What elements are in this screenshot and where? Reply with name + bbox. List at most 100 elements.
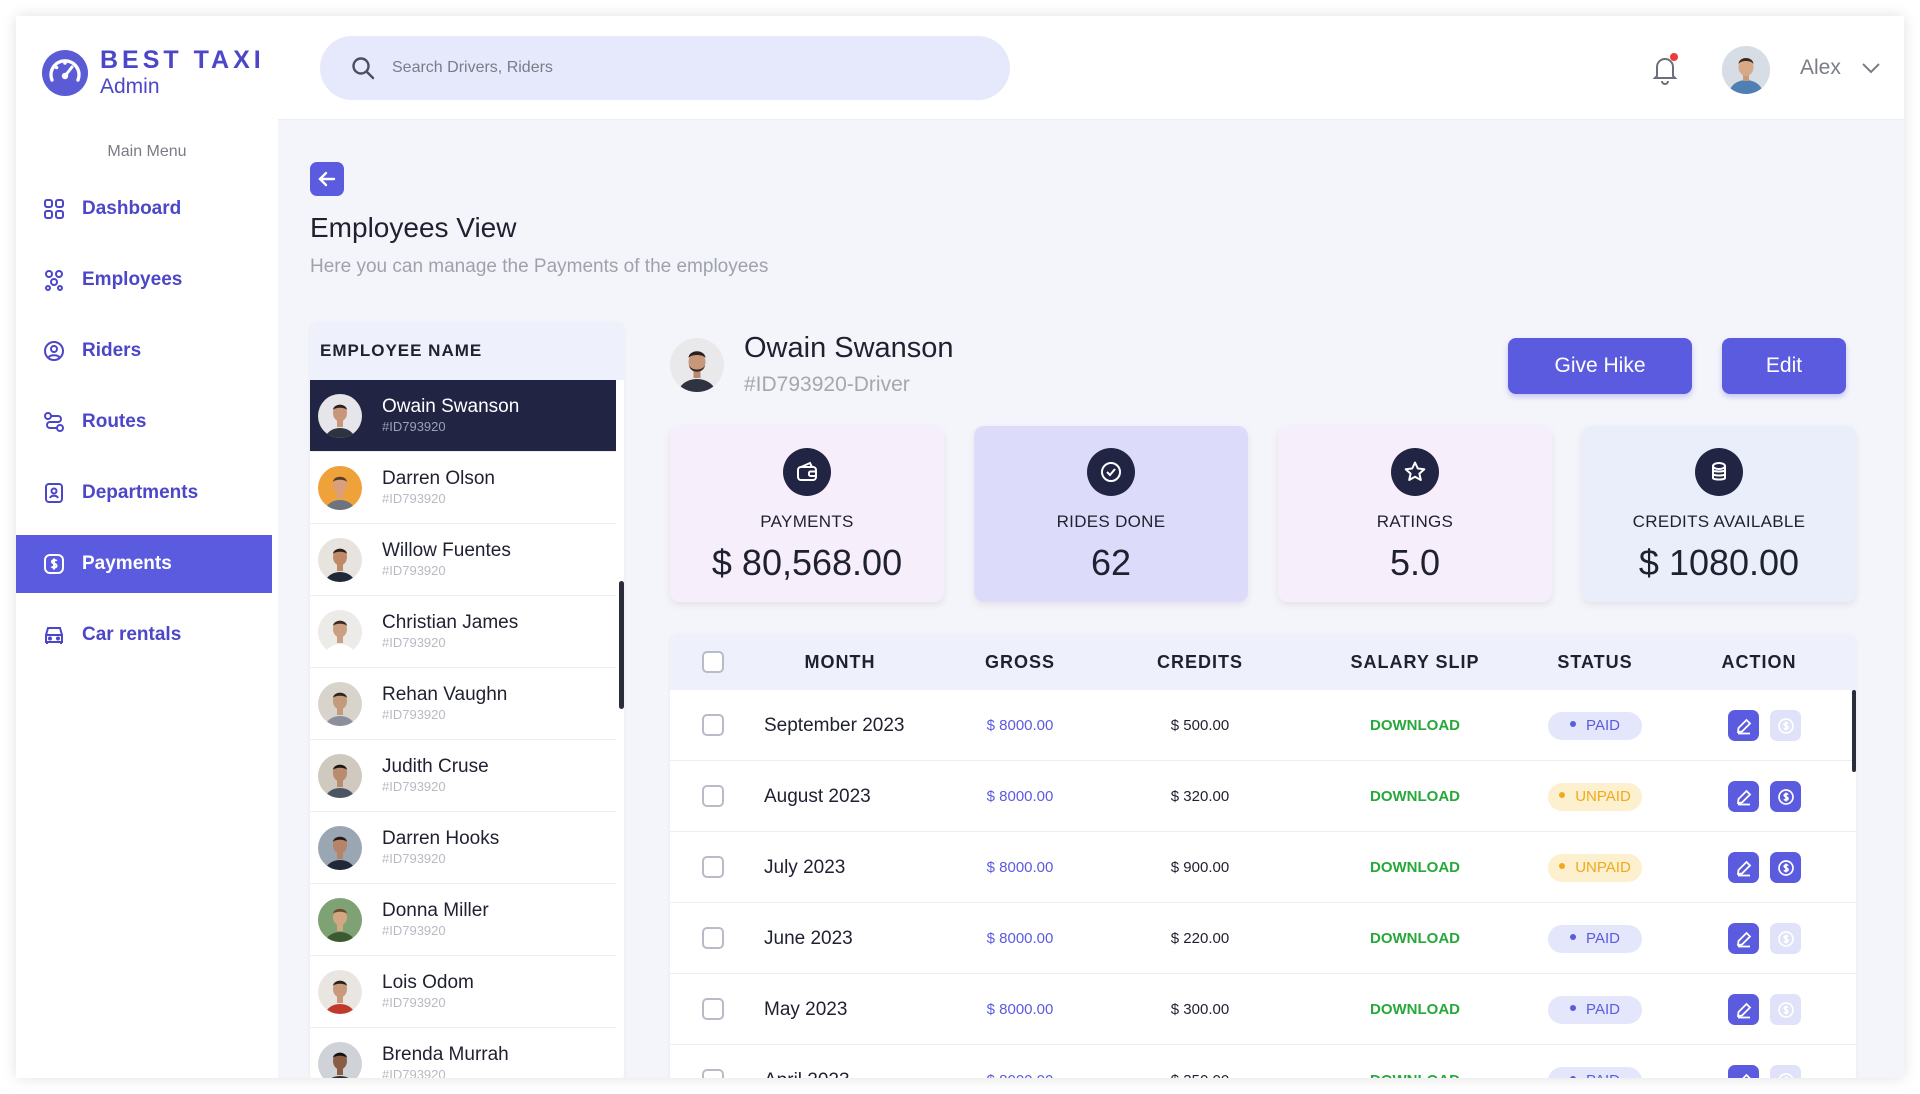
download-link[interactable]: DOWNLOAD xyxy=(1350,1045,1480,1078)
employee-name: Rehan Vaughn xyxy=(382,683,508,705)
credits-cell: $ 320.00 xyxy=(1170,788,1230,805)
pay-icon[interactable] xyxy=(1770,852,1801,883)
month-cell: June 2023 xyxy=(764,928,853,949)
employee-list-item[interactable]: Judith Cruse #ID793920 xyxy=(310,740,616,812)
edit-icon[interactable] xyxy=(1728,994,1759,1025)
user-avatar[interactable] xyxy=(1722,46,1770,94)
credits-cell: $ 220.00 xyxy=(1170,930,1230,947)
employee-name: Christian James xyxy=(382,611,519,633)
sidebar-item-label: Routes xyxy=(82,411,147,432)
employee-id: #ID793920 xyxy=(382,850,446,866)
pay-icon[interactable] xyxy=(1770,994,1801,1025)
employee-id: #ID793920 xyxy=(382,994,446,1010)
logo-icon xyxy=(42,50,88,96)
sidebar: BEST TAXI Admin Main Menu Dashboard Empl… xyxy=(16,16,278,1078)
row-checkbox[interactable] xyxy=(702,998,724,1020)
status-badge: UNPAID xyxy=(1548,783,1642,811)
table-row: September 2023 $ 8000.00 $ 500.00 DOWNLOAD P… xyxy=(670,690,1856,761)
chevron-down-icon[interactable] xyxy=(1860,60,1882,76)
download-link[interactable]: DOWNLOAD xyxy=(1350,690,1480,761)
page-subtitle: Here you can manage the Payments of the … xyxy=(310,256,769,277)
download-link[interactable]: DOWNLOAD xyxy=(1350,903,1480,974)
notifications-button[interactable] xyxy=(1648,52,1682,86)
sidebar-item-payments[interactable]: Payments xyxy=(16,535,272,593)
back-button[interactable] xyxy=(310,162,344,196)
row-checkbox[interactable] xyxy=(702,785,724,807)
employee-list-item[interactable]: Rehan Vaughn #ID793920 xyxy=(310,668,616,740)
edit-icon[interactable] xyxy=(1728,923,1759,954)
sidebar-item-routes[interactable]: Routes xyxy=(16,393,278,451)
status-badge: PAID xyxy=(1548,996,1642,1024)
employee-avatar xyxy=(318,393,362,438)
edit-icon[interactable] xyxy=(1728,852,1759,883)
edit-icon[interactable] xyxy=(1728,710,1759,741)
pay-icon[interactable] xyxy=(1770,710,1801,741)
user-name[interactable]: Alex xyxy=(1800,56,1841,80)
month-cell: April 2023 xyxy=(764,1045,964,1078)
edit-icon[interactable] xyxy=(1728,781,1759,812)
edit-icon[interactable] xyxy=(1728,1065,1759,1078)
column-header-status: STATUS xyxy=(1557,652,1633,672)
employee-list-scrollbar[interactable] xyxy=(619,581,624,709)
pay-icon[interactable] xyxy=(1770,923,1801,954)
status-text: PAID xyxy=(1586,1072,1620,1078)
pay-icon[interactable] xyxy=(1770,1065,1801,1078)
employee-list-item[interactable]: Owain Swanson #ID793920 xyxy=(310,380,616,452)
employee-id: #ID793920 xyxy=(382,562,446,578)
pay-icon[interactable] xyxy=(1770,781,1801,812)
sidebar-item-car-rentals[interactable]: Car rentals xyxy=(16,606,278,664)
employee-list-item[interactable]: Lois Odom #ID793920 xyxy=(310,956,616,1028)
download-link[interactable]: DOWNLOAD xyxy=(1350,974,1480,1045)
employee-list-item[interactable]: Donna Miller #ID793920 xyxy=(310,884,616,956)
month-cell: May 2023 xyxy=(764,999,848,1020)
download-link[interactable]: DOWNLOAD xyxy=(1350,832,1480,903)
row-checkbox[interactable] xyxy=(702,714,724,736)
edit-button[interactable]: Edit xyxy=(1722,338,1846,394)
table-row: August 2023 $ 8000.00 $ 320.00 DOWNLOAD UNPA… xyxy=(670,761,1856,832)
employee-id: #ID793920 xyxy=(382,490,446,506)
column-header-month: MONTH xyxy=(804,652,876,672)
row-checkbox[interactable] xyxy=(702,856,724,878)
give-hike-button[interactable]: Give Hike xyxy=(1508,338,1692,394)
stat-label: RATINGS xyxy=(1376,512,1454,531)
notification-dot xyxy=(1670,53,1678,61)
sidebar-item-departments[interactable]: Departments xyxy=(16,464,278,522)
employee-name: Willow Fuentes xyxy=(382,539,511,561)
search-bar[interactable] xyxy=(320,36,1010,100)
star-icon xyxy=(1391,448,1439,496)
brand-title: BEST TAXI xyxy=(100,46,265,74)
wallet-icon xyxy=(783,448,831,496)
employee-list-item[interactable]: Brenda Murrah #ID793920 xyxy=(310,1028,616,1078)
status-text: PAID xyxy=(1586,717,1620,734)
gross-cell: $ 8000.00 xyxy=(986,859,1054,876)
employee-list-item[interactable]: Darren Olson #ID793920 xyxy=(310,452,616,524)
select-all-checkbox[interactable] xyxy=(702,651,724,673)
main-menu-label: Main Menu xyxy=(107,143,187,160)
search-input[interactable] xyxy=(392,59,952,77)
employee-avatar xyxy=(318,825,362,870)
employee-name: Donna Miller xyxy=(382,899,489,921)
employee-id: #ID793920 xyxy=(382,706,446,722)
row-checkbox[interactable] xyxy=(702,1069,724,1078)
status-text: PAID xyxy=(1586,1001,1620,1018)
employee-id: #ID793920 xyxy=(382,1066,446,1079)
employee-list-item[interactable]: Darren Hooks #ID793920 xyxy=(310,812,616,884)
sidebar-item-dashboard[interactable]: Dashboard xyxy=(16,180,278,238)
table-scrollbar[interactable] xyxy=(1852,690,1856,772)
employee-list-item[interactable]: Willow Fuentes #ID793920 xyxy=(310,524,616,596)
row-checkbox[interactable] xyxy=(702,927,724,949)
sidebar-item-label: Riders xyxy=(82,340,142,361)
profile-avatar xyxy=(670,338,724,392)
employee-name: Darren Olson xyxy=(382,467,495,489)
stat-card-rides-done: RIDES DONE 62 xyxy=(974,426,1248,602)
employee-list-item[interactable]: Christian James #ID793920 xyxy=(310,596,616,668)
status-text: UNPAID xyxy=(1575,788,1631,805)
sidebar-item-label: Dashboard xyxy=(82,198,182,219)
download-link[interactable]: DOWNLOAD xyxy=(1350,761,1480,832)
gross-cell: $ 8000.00 xyxy=(986,788,1054,805)
sidebar-item-riders[interactable]: Riders xyxy=(16,322,278,380)
stat-label: PAYMENTS xyxy=(760,512,854,531)
check-circle-icon xyxy=(1087,448,1135,496)
sidebar-item-employees[interactable]: Employees xyxy=(16,251,278,309)
table-row: April 2023$ 8000.00 $ 350.00 DOWNLOAD PAID xyxy=(670,1045,1856,1078)
